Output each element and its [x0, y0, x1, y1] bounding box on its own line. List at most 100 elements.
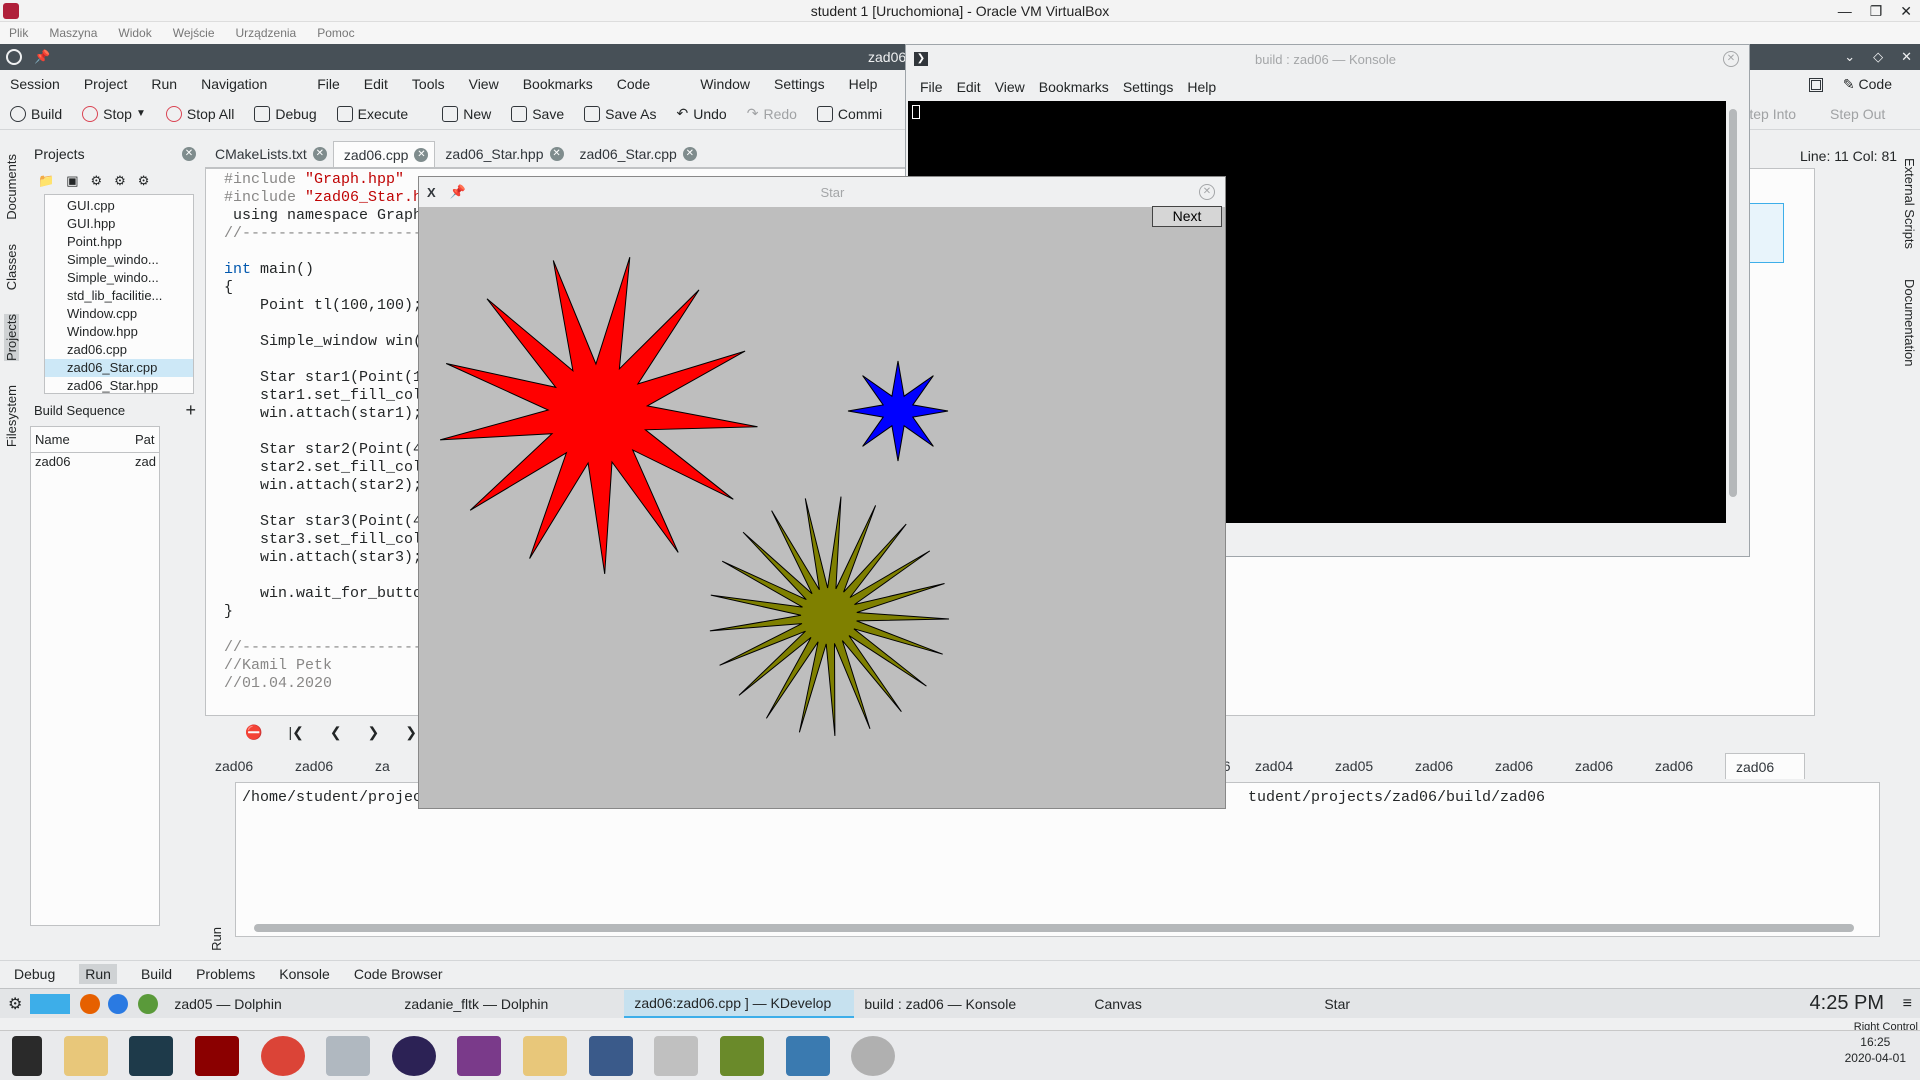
file-explorer-icon[interactable] — [63, 1036, 108, 1076]
add-icon[interactable]: + — [185, 400, 196, 421]
close-icon[interactable]: ✕ — [312, 146, 327, 161]
screenshot-icon[interactable] — [785, 1036, 830, 1076]
close-icon[interactable]: ✕ — [1901, 49, 1912, 65]
system-date[interactable]: 2020-04-01 — [1845, 1050, 1906, 1066]
debian-icon[interactable] — [654, 1036, 699, 1076]
tree-item[interactable]: GUI.hpp — [45, 215, 193, 233]
close-icon[interactable]: ✕ — [182, 147, 196, 161]
menu-run[interactable]: Run — [151, 76, 177, 92]
dock-classes[interactable]: Classes — [4, 244, 19, 290]
app-icon[interactable] — [129, 1036, 174, 1076]
output-tab[interactable]: zad06 — [1565, 753, 1645, 779]
output-tab[interactable]: zad06 — [1485, 753, 1565, 779]
output-tab[interactable]: zad05 — [1325, 753, 1405, 779]
dock-documentation[interactable]: Documentation — [1902, 279, 1917, 366]
menu-file[interactable]: File — [317, 76, 340, 92]
bottom-tab-konsole[interactable]: Konsole — [279, 966, 330, 982]
save-button[interactable]: Save — [511, 105, 564, 122]
task-dolphin-zad05[interactable]: zad05 — Dolphin — [164, 990, 394, 1018]
output-tab[interactable]: zad06 — [1645, 753, 1725, 779]
tree-item[interactable]: Window.hpp — [45, 323, 193, 341]
restore-icon[interactable]: ❐ — [1870, 3, 1883, 20]
virtualbox-icon[interactable] — [588, 1036, 633, 1076]
row-name[interactable]: zad06 — [35, 453, 135, 471]
clock[interactable]: 4:25 PM — [1810, 992, 1884, 1015]
gear-icon[interactable]: ⚙ — [114, 173, 126, 189]
tree-item-selected[interactable]: zad06_Star.cpp — [45, 359, 193, 377]
dock-external-scripts[interactable]: External Scripts — [1902, 158, 1917, 249]
output-tab[interactable]: zad06 — [205, 753, 285, 779]
dock-filesystem[interactable]: Filesystem — [4, 385, 19, 447]
menu-project[interactable]: Project — [84, 76, 128, 92]
vbox-menu-wejscie[interactable]: Wejście — [173, 26, 215, 40]
gpu-tweak-icon[interactable] — [194, 1036, 239, 1076]
windows-start-icon[interactable] — [12, 1036, 42, 1076]
chevron-down-icon[interactable]: ⌄ — [1844, 49, 1855, 65]
bottom-tab-problems[interactable]: Problems — [196, 966, 255, 982]
next-icon[interactable]: ❯ — [368, 724, 380, 741]
eclipse-icon[interactable] — [391, 1036, 436, 1076]
gear-icon[interactable]: ⚙ — [90, 173, 102, 189]
konsole-menu-file[interactable]: File — [920, 79, 943, 95]
menu-session[interactable]: Session — [10, 76, 60, 92]
dock-projects[interactable]: Projects — [4, 314, 19, 361]
execute-button[interactable]: Execute — [336, 105, 408, 122]
vbox-menu-urzadzenia[interactable]: Urządzenia — [236, 26, 297, 40]
output-tab[interactable]: zad06 — [1405, 753, 1485, 779]
dock-documents[interactable]: Documents — [4, 154, 19, 220]
menu-tools[interactable]: Tools — [412, 76, 445, 92]
system-time[interactable]: 16:25 — [1845, 1034, 1906, 1050]
vbox-menu-plik[interactable]: Plik — [9, 26, 28, 40]
commit-button[interactable]: Commi — [816, 105, 882, 122]
view-icon[interactable]: ▣ — [66, 173, 78, 189]
chromium-icon[interactable] — [108, 993, 129, 1014]
tree-item[interactable]: Window.cpp — [45, 305, 193, 323]
tree-item[interactable]: GUI.cpp — [45, 197, 193, 215]
next-button[interactable]: Next — [1152, 206, 1222, 227]
konsole-menu-settings[interactable]: Settings — [1123, 79, 1174, 95]
prev-icon[interactable]: ❮ — [330, 724, 342, 741]
close-icon[interactable]: ✕ — [414, 147, 429, 162]
undo-button[interactable]: ↶ Undo — [677, 105, 727, 122]
folder-icon[interactable]: 📁 — [38, 173, 54, 189]
vbox-menu-pomoc[interactable]: Pomoc — [317, 26, 354, 40]
gear-icon[interactable]: ⚙ — [138, 173, 150, 189]
konsole-menu-help[interactable]: Help — [1187, 79, 1216, 95]
horizontal-scrollbar[interactable] — [254, 924, 1854, 932]
output-tab[interactable]: za — [365, 753, 405, 779]
konsole-menu-edit[interactable]: Edit — [957, 79, 981, 95]
vertical-scrollbar[interactable] — [1729, 109, 1737, 497]
bottom-tab-code-browser[interactable]: Code Browser — [354, 966, 443, 982]
first-icon[interactable]: |❮ — [288, 724, 303, 741]
minimize-icon[interactable]: — — [1838, 3, 1852, 19]
kdevelop-icon[interactable] — [138, 993, 159, 1014]
close-icon[interactable]: ✕ — [1900, 3, 1912, 20]
col-path[interactable]: Pat — [135, 431, 155, 449]
pin-icon[interactable]: 📌 — [450, 184, 466, 200]
tree-item[interactable]: Simple_windo... — [45, 251, 193, 269]
task-star[interactable]: Star — [1314, 990, 1544, 1018]
calculator-icon[interactable] — [326, 1036, 371, 1076]
firefox-icon[interactable] — [80, 993, 101, 1014]
desktop-icon[interactable] — [30, 993, 71, 1014]
menu-icon[interactable]: ≡ — [1903, 995, 1912, 1013]
task-dolphin-zadanie[interactable]: zadanie_fltk — Dolphin — [394, 990, 624, 1018]
maximize-icon[interactable]: ◇ — [1873, 49, 1883, 65]
close-icon[interactable]: ✕ — [1199, 184, 1215, 200]
menu-navigation[interactable]: Navigation — [201, 76, 267, 92]
folder-icon[interactable] — [523, 1036, 567, 1076]
menu-code[interactable]: Code — [617, 76, 650, 92]
tree-item[interactable]: Simple_windo... — [45, 269, 193, 287]
close-icon[interactable]: ✕ — [1723, 51, 1739, 67]
kde-menu-icon[interactable]: ⚙ — [8, 994, 22, 1014]
stop-button[interactable]: Stop ▼ — [82, 105, 146, 122]
konsole-menu-view[interactable]: View — [995, 79, 1025, 95]
task-kdevelop[interactable]: zad06:zad06.cpp ] — KDevelop — [624, 989, 855, 1018]
output-tab[interactable]: zad06 — [285, 753, 365, 779]
output-tab-active[interactable]: zad06 — [1725, 753, 1805, 779]
tree-item[interactable]: Point.hpp — [45, 233, 193, 251]
vbox-menu-widok[interactable]: Widok — [118, 26, 151, 40]
task-canvas[interactable]: Canvas — [1084, 990, 1314, 1018]
build-button[interactable]: Build — [10, 105, 62, 122]
stop-all-button[interactable]: Stop All — [165, 105, 234, 122]
